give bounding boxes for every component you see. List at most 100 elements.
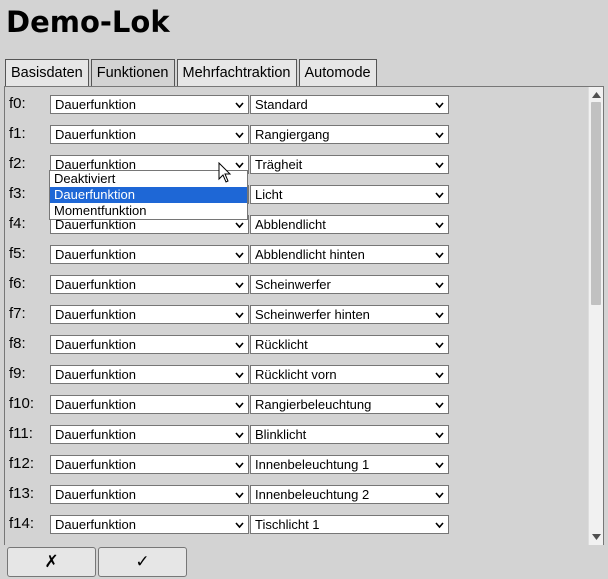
chevron-down-icon: [235, 132, 244, 139]
vertical-scrollbar[interactable]: [588, 87, 603, 545]
function-name-select[interactable]: Innenbeleuchtung 1: [250, 455, 449, 474]
function-type-value: Dauerfunktion: [55, 517, 136, 532]
function-name-value: Blinklicht: [255, 427, 307, 442]
function-key-label: f3:: [9, 185, 26, 202]
functions-panel: f0: Dauerfunktion Standard f1: Dauerfunktion…: [4, 86, 604, 545]
function-name-value: Abblendlicht: [255, 217, 326, 232]
function-key-label: f12:: [9, 455, 35, 472]
function-type-select[interactable]: Dauerfunktion: [50, 485, 249, 504]
function-type-select[interactable]: Dauerfunktion: [50, 515, 249, 534]
function-type-value: Dauerfunktion: [55, 337, 136, 352]
confirm-button[interactable]: ✓: [98, 547, 187, 577]
function-key-label: f1:: [9, 125, 26, 142]
chevron-down-icon: [435, 312, 444, 319]
function-name-select[interactable]: Scheinwerfer hinten: [250, 305, 449, 324]
function-type-value: Dauerfunktion: [55, 97, 136, 112]
function-name-select[interactable]: Trägheit: [250, 155, 449, 174]
mouse-pointer-icon: [218, 162, 232, 183]
dropdown-option[interactable]: Momentfunktion: [50, 203, 247, 219]
tab-funktionen[interactable]: Funktionen: [90, 59, 175, 87]
tab-basisdaten[interactable]: Basisdaten: [5, 59, 89, 87]
function-type-select[interactable]: Dauerfunktion: [50, 275, 249, 294]
function-key-label: f0:: [9, 95, 26, 112]
function-row: f7: Dauerfunktion Scheinwerfer hinten: [5, 301, 589, 331]
function-type-value: Dauerfunktion: [55, 307, 136, 322]
function-name-value: Scheinwerfer: [255, 277, 331, 292]
function-name-select[interactable]: Blinklicht: [250, 425, 449, 444]
function-key-label: f11:: [9, 425, 33, 442]
function-name-value: Innenbeleuchtung 2: [255, 487, 370, 502]
function-type-select[interactable]: Dauerfunktion: [50, 95, 249, 114]
function-name-select[interactable]: Rangierbeleuchtung: [250, 395, 449, 414]
function-name-select[interactable]: Rücklicht: [250, 335, 449, 354]
function-row: f5: Dauerfunktion Abblendlicht hinten: [5, 241, 589, 271]
function-type-select[interactable]: Dauerfunktion: [50, 395, 249, 414]
function-name-select[interactable]: Abblendlicht hinten: [250, 245, 449, 264]
function-type-select[interactable]: Dauerfunktion: [50, 365, 249, 384]
function-key-label: f9:: [9, 365, 26, 382]
function-name-select[interactable]: Abblendlicht: [250, 215, 449, 234]
tab-bar: Basisdaten Funktionen Mehrfachtraktion A…: [5, 59, 379, 87]
chevron-down-icon: [235, 162, 244, 169]
function-row: f11: Dauerfunktion Blinklicht: [5, 421, 589, 451]
chevron-down-icon: [435, 432, 444, 439]
function-key-label: f4:: [9, 215, 26, 232]
chevron-down-icon: [235, 342, 244, 349]
function-key-label: f8:: [9, 335, 26, 352]
function-name-value: Licht: [255, 187, 283, 202]
function-type-value: Dauerfunktion: [55, 457, 136, 472]
function-type-select[interactable]: Dauerfunktion: [50, 125, 249, 144]
chevron-down-icon: [435, 522, 444, 529]
function-name-value: Innenbeleuchtung 1: [255, 457, 370, 472]
scrollbar-thumb[interactable]: [591, 102, 601, 305]
function-type-select[interactable]: Dauerfunktion: [50, 425, 249, 444]
function-name-select[interactable]: Licht: [250, 185, 449, 204]
function-name-value: Scheinwerfer hinten: [255, 307, 370, 322]
function-name-value: Tischlicht 1: [255, 517, 320, 532]
tab-automode[interactable]: Automode: [298, 59, 377, 87]
function-name-select[interactable]: Rücklicht vorn: [250, 365, 449, 384]
function-type-value: Dauerfunktion: [55, 127, 136, 142]
function-name-select[interactable]: Rangiergang: [250, 125, 449, 144]
function-row: f9: Dauerfunktion Rücklicht vorn: [5, 361, 589, 391]
chevron-down-icon: [435, 342, 444, 349]
cancel-button[interactable]: ✗: [7, 547, 96, 577]
function-type-select[interactable]: Dauerfunktion: [50, 455, 249, 474]
chevron-down-icon: [435, 282, 444, 289]
function-name-select[interactable]: Innenbeleuchtung 2: [250, 485, 449, 504]
function-name-select[interactable]: Standard: [250, 95, 449, 114]
chevron-down-icon: [435, 252, 444, 259]
chevron-down-icon: [235, 462, 244, 469]
function-type-value: Dauerfunktion: [55, 397, 136, 412]
function-type-select[interactable]: Dauerfunktion: [50, 335, 249, 354]
scroll-up-icon[interactable]: [592, 91, 601, 99]
scroll-down-icon[interactable]: [592, 533, 601, 541]
chevron-down-icon: [435, 372, 444, 379]
chevron-down-icon: [435, 192, 444, 199]
function-type-value: Dauerfunktion: [55, 427, 136, 442]
chevron-down-icon: [435, 462, 444, 469]
function-name-select[interactable]: Scheinwerfer: [250, 275, 449, 294]
chevron-down-icon: [435, 102, 444, 109]
function-row: f15:DauerfunktionTischlicht 2: [5, 541, 589, 545]
tab-mehrfachtraktion[interactable]: Mehrfachtraktion: [176, 59, 297, 87]
function-name-value: Rangierbeleuchtung: [255, 397, 372, 412]
function-key-label: f14:: [9, 515, 35, 532]
function-row: f8: Dauerfunktion Rücklicht: [5, 331, 589, 361]
function-name-value: Rücklicht vorn: [255, 367, 337, 382]
function-type-select[interactable]: Dauerfunktion: [50, 245, 249, 264]
function-type-select[interactable]: Dauerfunktion: [50, 305, 249, 324]
function-row: f1: Dauerfunktion Rangiergang: [5, 121, 589, 151]
dropdown-option-selected[interactable]: Dauerfunktion: [50, 187, 247, 203]
chevron-down-icon: [435, 402, 444, 409]
function-name-value: Abblendlicht hinten: [255, 247, 365, 262]
function-type-value: Dauerfunktion: [55, 367, 136, 382]
function-name-value: Standard: [255, 97, 308, 112]
chevron-down-icon: [235, 282, 244, 289]
function-key-label: f7:: [9, 305, 26, 322]
chevron-down-icon: [235, 222, 244, 229]
function-row: f0: Dauerfunktion Standard: [5, 91, 589, 121]
function-row: f14: Dauerfunktion Tischlicht 1: [5, 511, 589, 541]
function-row: f12: Dauerfunktion Innenbeleuchtung 1: [5, 451, 589, 481]
function-name-select[interactable]: Tischlicht 1: [250, 515, 449, 534]
